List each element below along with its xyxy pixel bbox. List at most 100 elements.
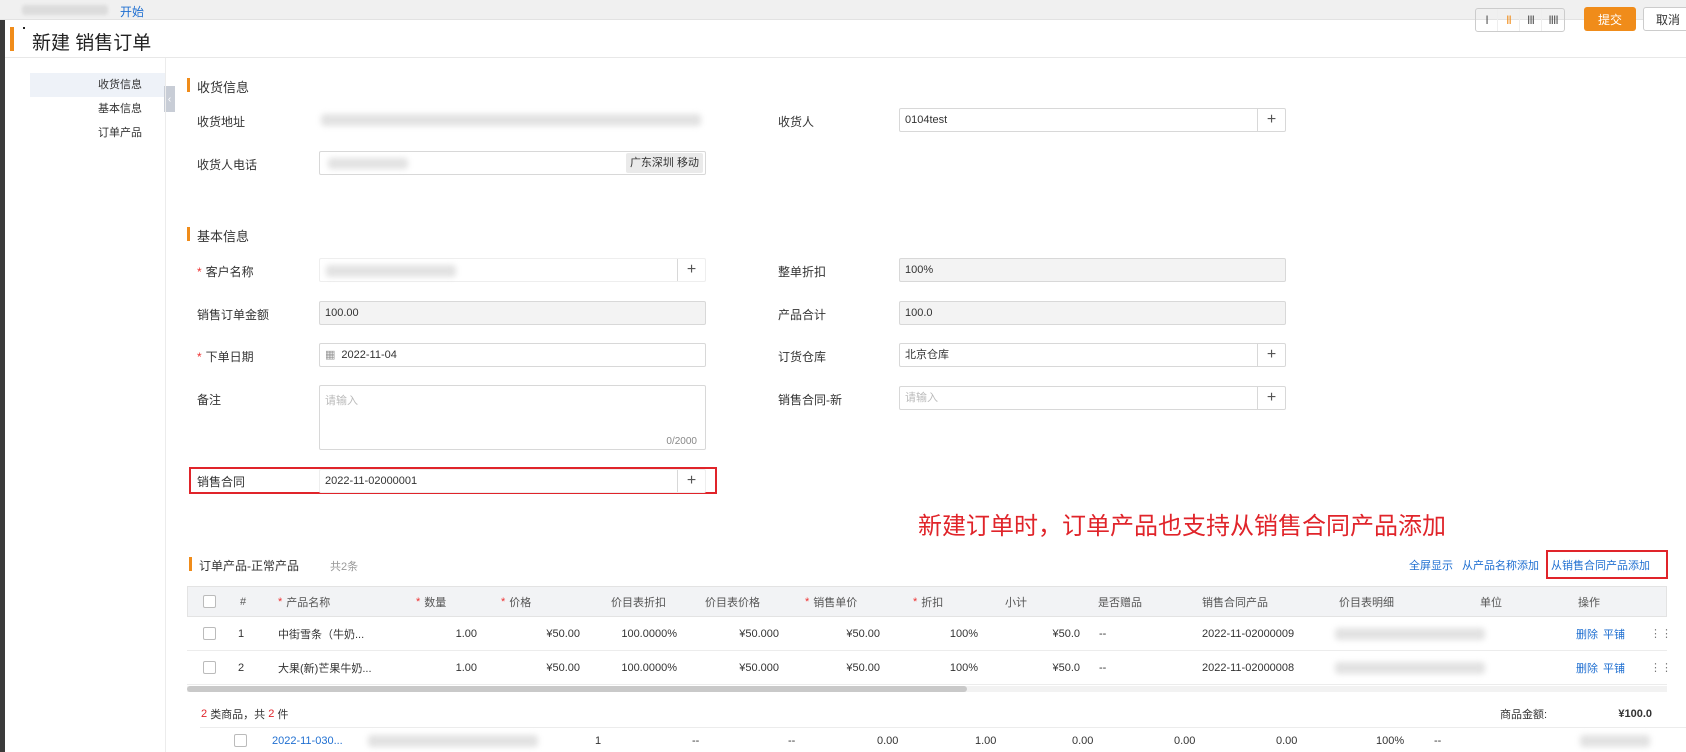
bottom-row-value: 0.00 [1174, 734, 1196, 747]
scrollbar-thumb[interactable] [187, 686, 967, 692]
footer-amount-label: 商品金额: [1500, 709, 1548, 721]
phone-label: 收货人电话 [197, 158, 258, 172]
product-total-field: 100.0 [899, 301, 1286, 325]
bottom-row-blur-right [1580, 728, 1660, 752]
contract-field[interactable]: 2022-11-02000001 + [319, 469, 706, 493]
blurred-breadcrumb [22, 5, 108, 15]
phone-field[interactable]: 广东深圳 移动 [319, 151, 706, 175]
select-all-checkbox[interactable] [203, 587, 216, 616]
receiver-field[interactable]: 0104test + [899, 108, 1286, 132]
table-row: 2 大果(新)芒果牛奶... 1.00 ¥50.00 100.0000% ¥50… [187, 651, 1672, 685]
row-product-name: 大果(新)芒果牛奶... [278, 662, 372, 675]
annotation-text: 新建订单时，订单产品也支持从销售合同产品添加 [918, 513, 1446, 540]
row-checkbox[interactable] [203, 617, 216, 650]
order-date-field[interactable]: ▦ 2022-11-04 [319, 343, 706, 367]
plus-icon[interactable]: + [1257, 344, 1285, 366]
anchor-item-basic[interactable]: 基本信息 [30, 97, 166, 121]
col-name: * 产品名称 [278, 595, 331, 609]
drag-handle-icon[interactable]: ⋮⋮ [1650, 617, 1672, 650]
partial-table-row: 2022-11-030... 1 -- -- 0.00 1.00 0.00 0.… [200, 727, 1686, 752]
anchor-item-products[interactable]: 订单产品 [30, 121, 166, 145]
submit-button[interactable]: 提交 [1584, 7, 1636, 31]
table-horizontal-scrollbar[interactable] [187, 686, 1667, 692]
layout-2-column-button[interactable]: II [1498, 9, 1520, 31]
bottom-row-value: 0.00 [1072, 734, 1094, 747]
add-from-product-name-link[interactable]: 从产品名称添加 [1462, 557, 1539, 573]
layout-4-column-button[interactable]: IIII [1542, 9, 1564, 31]
warehouse-label: 订货仓库 [778, 350, 827, 364]
start-link[interactable]: 开始 [120, 3, 144, 20]
row-pl-discount: 100.0000% [621, 661, 677, 674]
section-title-basic: 基本信息 [186, 226, 249, 245]
layout-1-column-button[interactable]: I [1476, 9, 1498, 31]
customer-field[interactable]: + [319, 258, 706, 282]
row-subtotal: ¥50.0 [1052, 627, 1080, 640]
row-tile-link[interactable]: 平铺 [1603, 651, 1625, 684]
row-checkbox[interactable] [234, 728, 247, 752]
amount-value: 100.00 [325, 307, 359, 319]
page-header: 新建 销售订单 [5, 20, 1686, 58]
row-price: ¥50.00 [546, 661, 580, 674]
col-discount: * 折扣 [913, 595, 944, 609]
col-pl-detail: 价目表明细 [1339, 596, 1394, 609]
address-field[interactable] [319, 108, 706, 132]
col-subtotal: 小计 [1005, 596, 1027, 609]
title-dot [23, 27, 25, 29]
add-from-contract-products-link[interactable]: 从销售合同产品添加 [1551, 557, 1650, 573]
top-strip: 开始 [0, 0, 1686, 20]
footer-kinds-count: 2 [201, 708, 208, 720]
row-tile-link[interactable]: 平铺 [1603, 617, 1625, 650]
contract-label: 销售合同 [197, 475, 246, 489]
order-date-label-text: 下单日期 [205, 350, 254, 364]
row-price: ¥50.00 [546, 627, 580, 640]
address-label: 收货地址 [197, 115, 246, 129]
remark-textarea[interactable]: 请输入 0/2000 [319, 385, 706, 450]
plus-icon[interactable]: + [677, 259, 705, 281]
row-checkbox[interactable] [203, 651, 216, 684]
plus-icon[interactable]: + [1257, 109, 1285, 131]
section-title-products: 订单产品-正常产品 [189, 557, 299, 573]
layout-switcher: I II III IIII [1475, 8, 1565, 32]
remark-placeholder: 请输入 [325, 395, 358, 407]
bottom-row-link[interactable]: 2022-11-030... [272, 728, 343, 752]
anchor-item-shipping[interactable]: 收货信息 [30, 73, 166, 97]
table-header: # * 产品名称 * 数量 * 价格 价目表折扣 价目表价格 * 销售单价 * 折扣 小计… [187, 586, 1667, 617]
plus-icon[interactable]: + [677, 470, 705, 492]
row-pl-detail [1335, 651, 1485, 684]
section-title-shipping: 收货信息 [186, 77, 249, 96]
col-pl-price: 价目表价格 [705, 596, 760, 609]
product-total-value: 100.0 [905, 307, 933, 319]
row-index: 1 [238, 627, 245, 640]
col-gift: 是否赠品 [1098, 596, 1142, 609]
warehouse-field[interactable]: 北京仓库 + [899, 343, 1286, 367]
row-subtotal: ¥50.0 [1052, 661, 1080, 674]
cancel-button[interactable]: 取消 [1643, 7, 1686, 31]
row-contract-product: 2022-11-02000009 [1202, 627, 1295, 640]
plus-icon[interactable]: + [1257, 387, 1285, 409]
col-qty: * 数量 [416, 595, 447, 609]
table-row: 1 中街雪条（牛奶... 1.00 ¥50.00 100.0000% ¥50.0… [187, 617, 1672, 651]
phone-location-tag: 广东深圳 移动 [625, 153, 703, 173]
remark-char-count: 0/2000 [666, 436, 697, 447]
footer-amount-value: ¥100.0 [1618, 708, 1652, 720]
row-delete-link[interactable]: 删除 [1576, 651, 1598, 684]
drag-handle-icon[interactable]: ⋮⋮ [1650, 651, 1672, 684]
bottom-row-value: -- [1434, 734, 1442, 747]
fullscreen-link[interactable]: 全屏显示 [1409, 557, 1453, 573]
contract-new-field[interactable]: 请输入 + [899, 386, 1286, 410]
title-accent-bar [10, 27, 14, 51]
discount-value: 100% [905, 264, 934, 276]
bottom-row-value: 1.00 [975, 734, 997, 747]
contract-value: 2022-11-02000001 [325, 475, 418, 487]
discount-label: 整单折扣 [778, 265, 827, 279]
row-unit-price: ¥50.00 [846, 661, 880, 674]
row-discount: 100% [949, 661, 978, 674]
row-delete-link[interactable]: 删除 [1576, 617, 1598, 650]
row-gift: -- [1099, 661, 1107, 674]
bottom-row-value: 100% [1376, 734, 1405, 747]
product-total-label: 产品合计 [778, 308, 827, 322]
order-date-label: * 下单日期 [197, 348, 254, 365]
amount-field: 100.00 [319, 301, 706, 325]
order-date-value: 2022-11-04 [341, 349, 397, 361]
layout-3-column-button[interactable]: III [1520, 9, 1542, 31]
